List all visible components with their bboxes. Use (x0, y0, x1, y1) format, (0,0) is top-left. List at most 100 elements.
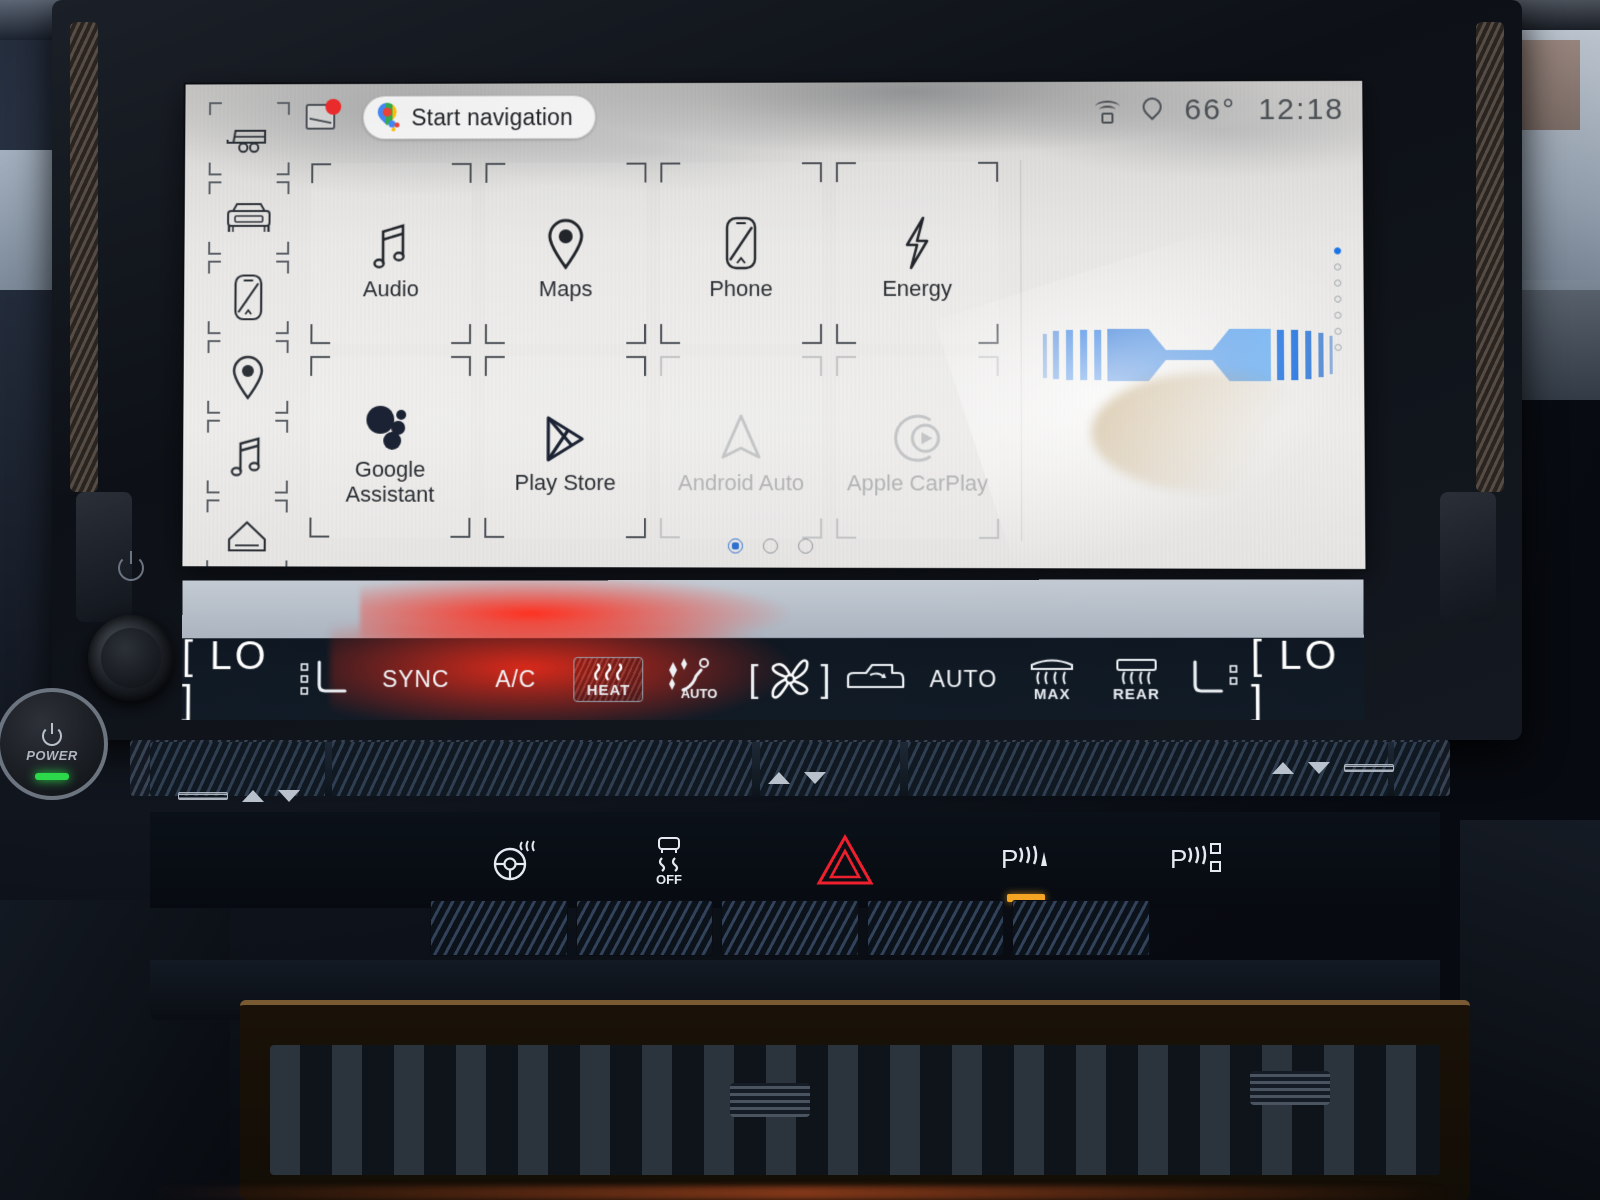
lower-vent-grilles (430, 900, 1150, 956)
sidebar-item-audio[interactable] (206, 419, 289, 494)
google-assistant-icon (366, 406, 407, 451)
app-tile-label: Energy (882, 275, 953, 301)
passenger-temp-value: [ LO ] (1250, 633, 1340, 721)
fan-speed-button[interactable]: [ ] (745, 656, 835, 702)
svg-text:P: P (1170, 844, 1187, 874)
temp-up-icon[interactable] (242, 790, 264, 802)
app-tile-phone[interactable]: Phone (660, 162, 823, 345)
vent-cell (430, 900, 568, 956)
trim-vent-row (150, 742, 1440, 796)
volume-knob[interactable] (88, 615, 174, 701)
app-grid: Audio Maps Phone Energy Google Assistant… (309, 161, 1000, 551)
app-grid-row-2: Google Assistant Play Store Android Auto… (309, 356, 1000, 539)
app-tile-label: Maps (538, 275, 593, 301)
max-label: MAX (1033, 686, 1071, 704)
dashboard-center-vent (240, 1000, 1470, 1200)
app-tile-play-store[interactable]: Play Store (484, 356, 647, 539)
recirculation-button[interactable] (834, 661, 916, 697)
music-note-icon (227, 434, 267, 480)
location-pin-icon (544, 215, 588, 271)
temp-down-icon[interactable] (804, 772, 826, 784)
driver-temp-value: [ LO ] (181, 634, 269, 721)
app-tile-audio[interactable]: Audio (310, 162, 472, 345)
vent-thumbwheel[interactable] (1250, 1071, 1330, 1105)
auto-comfort-button[interactable]: AUTO (657, 656, 745, 702)
temp-down-icon[interactable] (1308, 762, 1330, 774)
temp-up-icon[interactable] (1272, 762, 1294, 774)
ac-button[interactable]: A/C (471, 666, 560, 693)
temp-down-icon[interactable] (278, 790, 300, 802)
sidebar-item-phone[interactable] (207, 260, 290, 335)
heated-seat-icon (1185, 657, 1244, 701)
driver-seat-heat-button[interactable] (292, 657, 360, 701)
vent-thumbwheel[interactable] (730, 1083, 810, 1117)
sidebar-item-maps[interactable] (207, 340, 289, 414)
app-tile-label: Audio (362, 276, 419, 301)
energy-flow-graphic (1042, 328, 1333, 382)
passenger-temp-slider[interactable] (1344, 764, 1394, 772)
dashboard-right-panel (1460, 820, 1600, 1200)
driver-temperature[interactable]: [ LO ] (182, 634, 293, 720)
passenger-seat-heat-button[interactable] (1178, 657, 1251, 701)
max-defrost-button[interactable]: MAX (1010, 655, 1094, 703)
start-navigation-button[interactable]: Start navigation (362, 95, 596, 140)
driver-temp-slider[interactable] (178, 792, 228, 800)
temp-up-icon[interactable] (768, 772, 790, 784)
widget-page-dots[interactable] (1333, 247, 1342, 351)
heated-steering-wheel-icon (493, 840, 535, 881)
park-assist-camera-icon: P (1170, 843, 1221, 874)
ambient-glow (150, 1186, 1450, 1200)
heated-steering-wheel-button[interactable] (490, 838, 538, 882)
google-maps-pin-icon (373, 98, 402, 133)
passenger-temp-stepper[interactable] (1272, 762, 1394, 774)
park-assist-rear-button[interactable]: P (1167, 840, 1231, 880)
app-tile-energy[interactable]: Energy (835, 161, 999, 344)
bezel-tab-right (1440, 492, 1496, 622)
vent-cell (721, 900, 859, 956)
phone-projection-icon (231, 273, 265, 323)
energy-flow-widget[interactable] (1020, 159, 1345, 542)
traction-control-off-button[interactable]: OFF (648, 834, 690, 886)
center-temp-stepper[interactable] (768, 772, 826, 784)
app-tile-maps[interactable]: Maps (484, 162, 647, 345)
sidebar-item-vehicle[interactable] (208, 181, 290, 255)
passenger-temperature[interactable]: [ LO ] (1251, 634, 1365, 721)
page-dot-2[interactable] (762, 538, 778, 554)
auto-climate-button[interactable]: AUTO (917, 665, 1011, 692)
heat-label: HEAT (586, 681, 631, 699)
park-assist-icon: P (1001, 844, 1047, 874)
sidebar-item-home[interactable] (206, 499, 288, 570)
hazard-lights-button[interactable] (815, 833, 875, 887)
vent-cell (575, 900, 714, 956)
touchscreen-display[interactable]: Start navigation 66° 12:18 Audio Maps Ph… (182, 80, 1366, 570)
power-icon[interactable] (118, 551, 144, 581)
app-tile-google-assistant[interactable]: Google Assistant (309, 356, 471, 538)
page-dot-3[interactable] (797, 538, 813, 554)
park-assist-front-button[interactable]: P (995, 840, 1057, 902)
page-dot-1[interactable] (727, 538, 743, 554)
svg-text:AUTO: AUTO (681, 686, 718, 701)
home-page-dots[interactable] (183, 537, 1366, 555)
sync-button[interactable]: SYNC (360, 666, 471, 693)
seat-heat-waves-icon (589, 662, 629, 682)
rear-defrost-button[interactable]: REAR (1094, 655, 1178, 703)
power-status-led (35, 773, 69, 780)
heated-seat-icon (297, 657, 355, 701)
air-recirculation-icon (840, 661, 910, 697)
vent-slats (270, 1045, 1440, 1175)
heat-button[interactable]: HEAT (560, 656, 657, 702)
sync-label: SYNC (382, 665, 450, 692)
rear-label: REAR (1112, 686, 1160, 704)
message-notification-icon[interactable] (305, 98, 342, 134)
app-tile-label: Phone (709, 275, 773, 301)
app-tile-android-auto[interactable]: Android Auto (659, 356, 823, 539)
lightning-bolt-icon (905, 216, 928, 269)
vehicle-power-button[interactable]: POWER (0, 688, 108, 800)
app-tile-apple-carplay[interactable]: Apple CarPlay (836, 356, 1000, 539)
driver-temp-stepper[interactable] (178, 790, 300, 802)
phone-projection-icon (722, 215, 760, 271)
wifi-hotspot-icon (1094, 98, 1120, 124)
outside-temperature: 66° (1184, 93, 1237, 127)
rear-defrost-icon (1109, 655, 1164, 685)
app-tile-label: Play Store (514, 469, 616, 495)
